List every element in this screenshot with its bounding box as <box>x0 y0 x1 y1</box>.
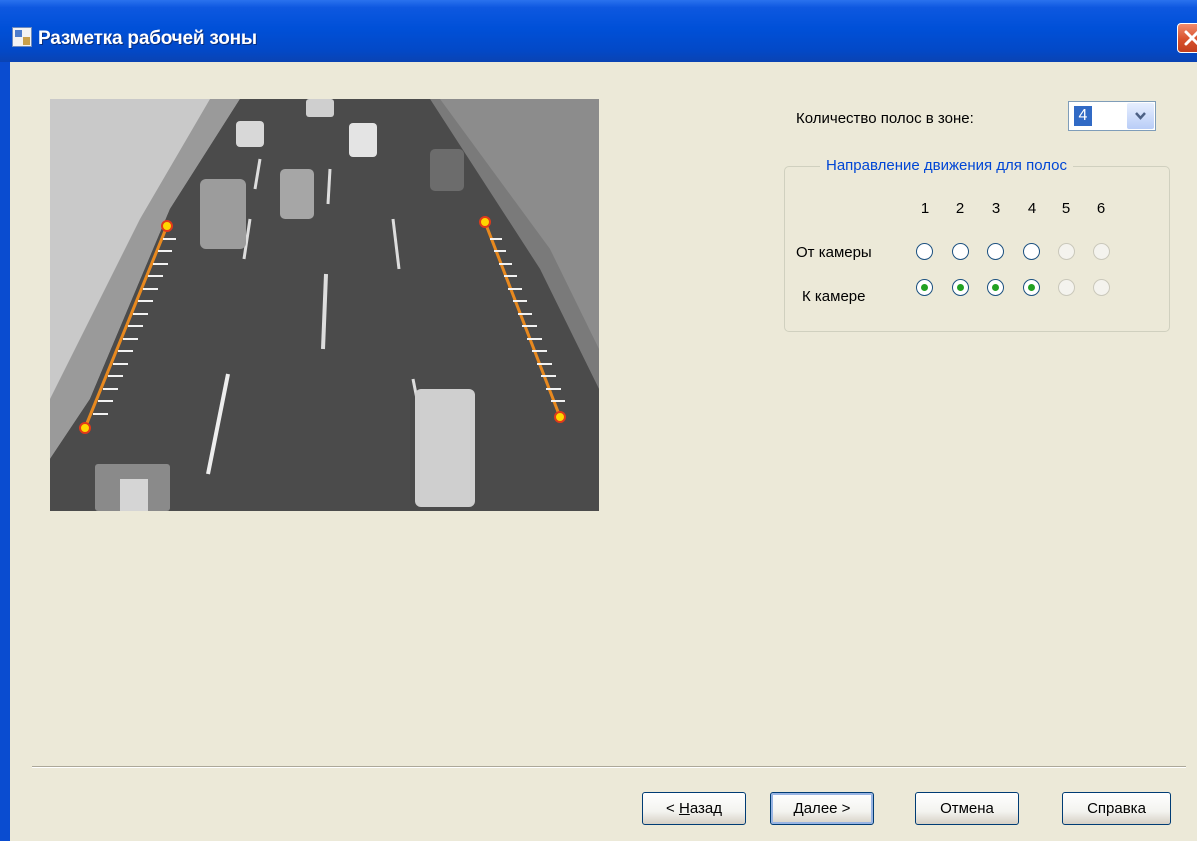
zone-marker-point[interactable] <box>479 216 491 228</box>
zone-marker-point[interactable] <box>79 422 91 434</box>
to-camera-radio-5 <box>1058 279 1075 296</box>
to-camera-radio-1[interactable] <box>916 279 933 296</box>
next-button[interactable]: Далее > <box>770 792 874 825</box>
lane-number: 1 <box>920 200 930 217</box>
from-camera-radio-3[interactable] <box>987 243 1004 260</box>
zone-marker-point[interactable] <box>554 411 566 423</box>
from-camera-radio-4[interactable] <box>1023 243 1040 260</box>
lane-number: 4 <box>1027 200 1037 217</box>
to-camera-radio-6 <box>1093 279 1110 296</box>
to-camera-radio-4[interactable] <box>1023 279 1040 296</box>
to-camera-label: К камере <box>802 288 866 305</box>
direction-group-title: Направление движения для полос <box>820 157 1073 174</box>
camera-frame-image <box>50 99 599 511</box>
back-button-prefix: < <box>666 800 679 817</box>
window-frame-left <box>0 62 10 841</box>
lane-count-label: Количество полос в зоне: <box>796 110 974 127</box>
window-title: Разметка рабочей зоны <box>38 28 257 49</box>
back-button-label: азад <box>689 800 722 817</box>
lane-number: 3 <box>991 200 1001 217</box>
from-camera-radio-6 <box>1093 243 1110 260</box>
close-button[interactable] <box>1177 23 1197 53</box>
title-bar[interactable]: Разметка рабочей зоны <box>0 0 1197 62</box>
from-camera-radio-2[interactable] <box>952 243 969 260</box>
lane-number: 2 <box>955 200 965 217</box>
next-button-label: алее > <box>803 800 851 817</box>
from-camera-radio-1[interactable] <box>916 243 933 260</box>
from-camera-label: От камеры <box>796 244 872 261</box>
to-camera-radio-3[interactable] <box>987 279 1004 296</box>
dropdown-arrow-button[interactable] <box>1127 103 1154 129</box>
chevron-down-icon <box>1135 112 1146 120</box>
back-button[interactable]: < Назад <box>642 792 746 825</box>
lane-count-select[interactable]: 4 <box>1068 101 1156 131</box>
lane-number: 6 <box>1096 200 1106 217</box>
to-camera-radio-2[interactable] <box>952 279 969 296</box>
lane-count-value: 4 <box>1074 106 1092 126</box>
back-button-hotkey: Н <box>678 800 690 817</box>
lane-number: 5 <box>1061 200 1071 217</box>
camera-preview[interactable] <box>50 99 599 511</box>
from-camera-radio-5 <box>1058 243 1075 260</box>
next-button-hotkey: Д <box>793 800 804 817</box>
close-icon <box>1184 30 1197 46</box>
footer-separator <box>32 766 1186 768</box>
wizard-window: Разметка рабочей зоны Количество полос в… <box>0 0 1197 841</box>
help-button[interactable]: Справка <box>1062 792 1171 825</box>
cancel-button[interactable]: Отмена <box>915 792 1019 825</box>
zone-marker-point[interactable] <box>161 220 173 232</box>
wizard-app-icon <box>12 27 32 47</box>
